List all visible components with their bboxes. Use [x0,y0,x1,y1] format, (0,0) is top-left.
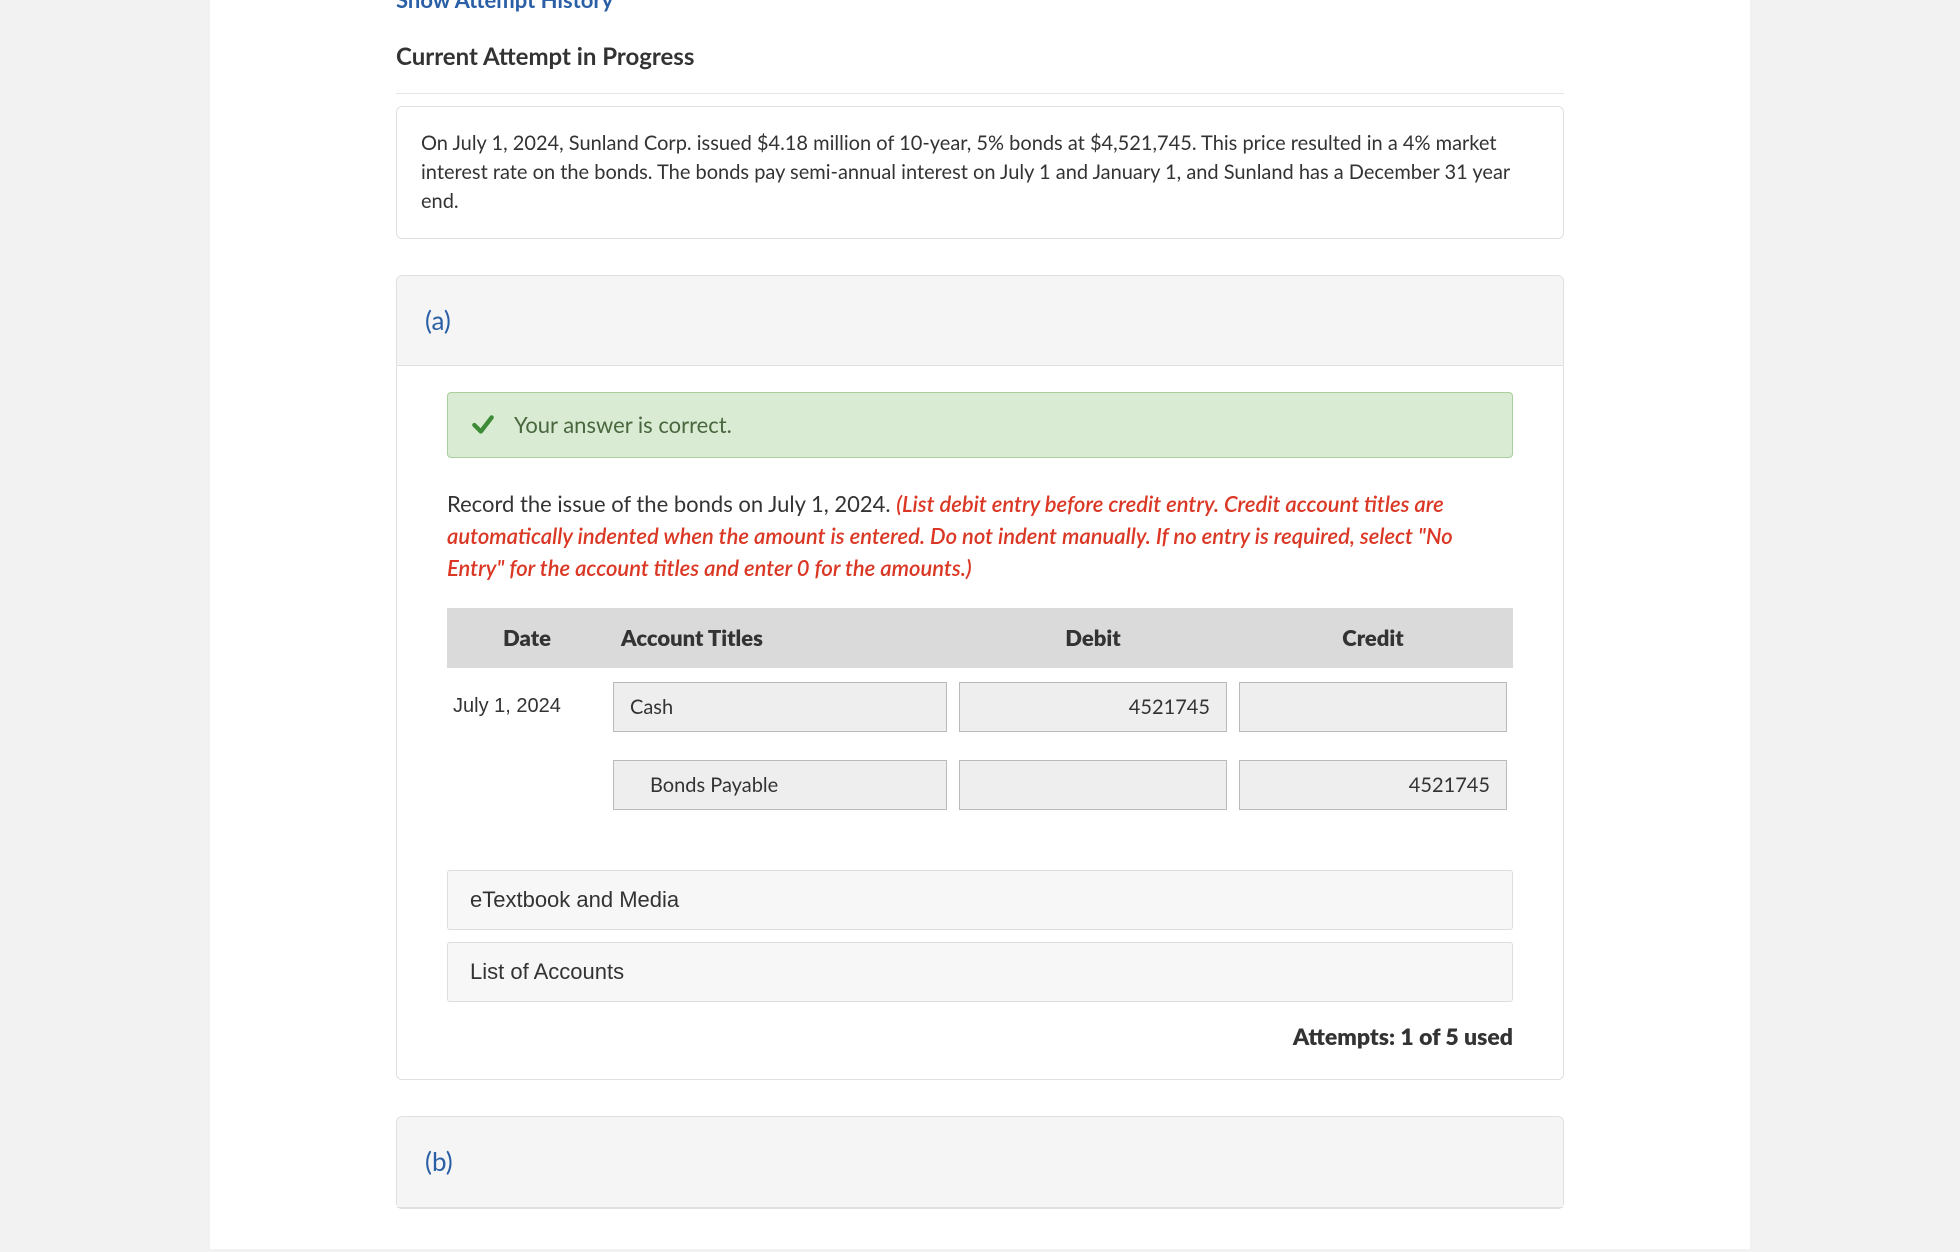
table-header-row: Date Account Titles Debit Credit [447,608,1513,668]
part-a: (a) Your answer is correct. Record the i… [396,275,1564,1080]
etextbook-media-button[interactable]: eTextbook and Media [447,870,1513,930]
part-a-header: (a) [397,276,1563,367]
date-cell: July 1, 2024 [447,668,607,746]
feedback-correct-banner: Your answer is correct. [447,392,1513,458]
show-attempt-history-link[interactable]: Show Attempt History [396,0,613,12]
account-title-input[interactable]: Cash [613,682,947,732]
problem-text: On July 1, 2024, Sunland Corp. issued $4… [421,131,1510,213]
credit-input[interactable]: 4521745 [1239,760,1507,810]
part-a-label: (a) [425,304,451,336]
debit-input[interactable] [959,760,1227,810]
list-of-accounts-button[interactable]: List of Accounts [447,942,1513,1002]
col-header-debit: Debit [953,608,1233,668]
problem-statement: On July 1, 2024, Sunland Corp. issued $4… [396,106,1564,239]
col-header-credit: Credit [1233,608,1513,668]
journal-entry-table: Date Account Titles Debit Credit July 1,… [447,608,1513,824]
part-b: (b) [396,1116,1564,1209]
account-title-input[interactable]: Bonds Payable [613,760,947,810]
part-a-instructions: Record the issue of the bonds on July 1,… [447,488,1513,584]
table-row: July 1, 2024 Cash 4521745 [447,668,1513,746]
col-header-account: Account Titles [607,608,953,668]
debit-input[interactable]: 4521745 [959,682,1227,732]
part-b-label: (b) [425,1145,453,1177]
part-b-header: (b) [397,1117,1563,1208]
attempts-used: Attempts: 1 of 5 used [447,1002,1513,1059]
instruction-plain: Record the issue of the bonds on July 1,… [447,490,896,517]
check-icon [470,412,496,438]
table-row: Bonds Payable 4521745 [447,746,1513,824]
credit-input[interactable] [1239,682,1507,732]
col-header-date: Date [447,608,607,668]
date-cell [447,746,607,824]
feedback-text: Your answer is correct. [514,409,732,441]
attempt-heading: Current Attempt in Progress [396,22,1564,94]
